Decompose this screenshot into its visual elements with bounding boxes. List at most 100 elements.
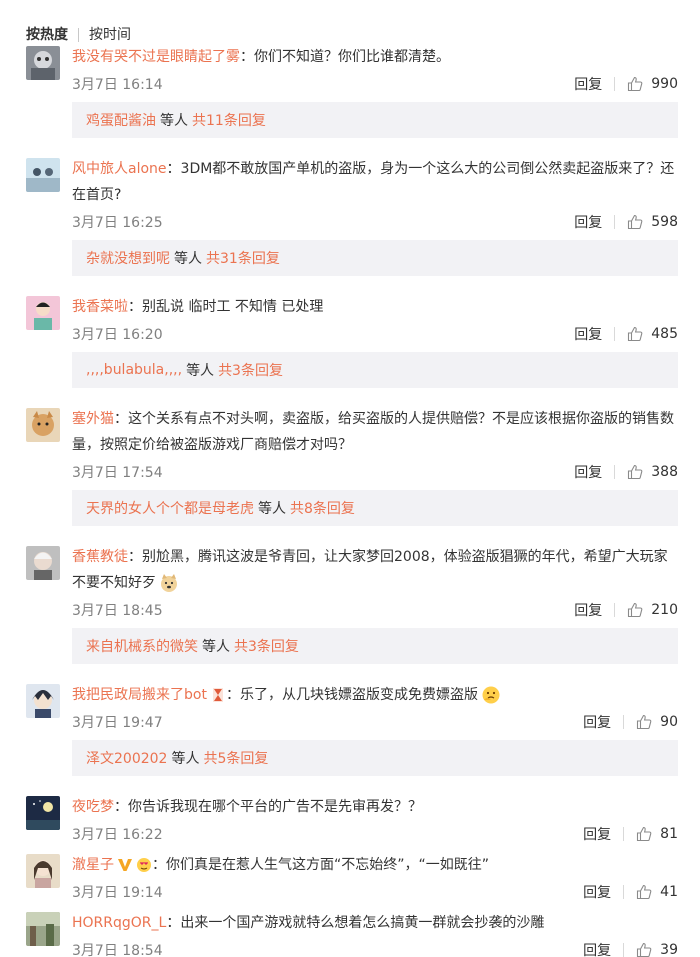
like-button[interactable]: 485: [627, 326, 678, 342]
avatar[interactable]: [26, 684, 60, 718]
avatar[interactable]: [26, 854, 60, 888]
sub-reply-summary[interactable]: 泽文200202 等人 共5条回复: [72, 740, 678, 776]
reply-button[interactable]: 回复: [574, 600, 602, 620]
thumbs-up-icon: [637, 942, 652, 957]
comment-body: 别乱说 临时工 不知情 已处理: [142, 299, 324, 315]
comment-meta: 3月7日 16:22 回复 81: [72, 822, 678, 846]
thumbs-up-icon: [628, 76, 643, 92]
sort-by-time-tab[interactable]: 按时间: [89, 25, 131, 45]
avatar[interactable]: [26, 46, 60, 80]
avatar[interactable]: [26, 296, 60, 330]
comment-username[interactable]: 我香菜啦: [72, 299, 128, 315]
comment-body: 你们不知道？你们比谁都清楚。: [254, 49, 450, 65]
comment-username[interactable]: 夜吃梦: [72, 799, 114, 815]
sub-reply-etc: 等人: [160, 113, 188, 129]
like-count: 598: [651, 214, 678, 230]
sub-reply-summary[interactable]: ,,,,bulabula,,,, 等人 共3条回复: [72, 352, 678, 388]
comment-body: 这个关系有点不对头啊，卖盗版，给买盗版的人提供赔偿？不是应该根据你盗版的销售数量…: [72, 411, 674, 453]
comment-item: 我没有哭不过是眼睛起了雾：你们不知道？你们比谁都清楚。 3月7日 16:14 回…: [0, 44, 700, 138]
comment-time: 3月7日 19:14: [72, 885, 163, 901]
comment-text: HORRqgOR_L：出来一个国产游戏就特么想着怎么搞黄一群就会抄袭的沙雕: [72, 915, 545, 931]
like-button[interactable]: 990: [627, 76, 678, 92]
sub-reply-user[interactable]: ,,,,bulabula,,,,: [86, 362, 182, 378]
reply-button[interactable]: 回复: [583, 882, 611, 902]
meta-divider: [614, 465, 616, 479]
heart-face-badge-icon: [137, 858, 151, 872]
comment-username[interactable]: 塞外猫: [72, 411, 114, 427]
comment-item: 香蕉教徒：别尬黑，腾讯这波是爷青回，让大家梦回2008，体验盗版猖獗的年代，希望…: [0, 544, 700, 664]
like-button[interactable]: 41: [636, 884, 678, 900]
sub-reply-etc: 等人: [258, 501, 286, 517]
hourglass-badge-icon: [212, 688, 223, 702]
sub-reply-count[interactable]: 共3条回复: [218, 360, 283, 380]
sub-reply-count[interactable]: 共3条回复: [234, 636, 299, 656]
comment-username[interactable]: 我把民政局搬来了bot: [72, 687, 207, 703]
reply-button[interactable]: 回复: [583, 824, 611, 844]
reply-button[interactable]: 回复: [574, 74, 602, 94]
comment-text: 澈星子 ：你们真是在惹人生气这方面“不忘始终”，“一如既往”: [72, 857, 490, 873]
comment-meta: 3月7日 19:14 回复 41: [72, 880, 678, 904]
avatar[interactable]: [26, 158, 60, 192]
like-button[interactable]: 388: [627, 464, 678, 480]
reply-button[interactable]: 回复: [574, 324, 602, 344]
meta-divider: [614, 603, 616, 617]
comment-text: 我香菜啦：别乱说 临时工 不知情 已处理: [72, 299, 324, 315]
avatar[interactable]: [26, 546, 60, 580]
comment-item: 我香菜啦：别乱说 临时工 不知情 已处理 3月7日 16:20 回复 485 ,…: [0, 294, 700, 388]
sort-by-hot-tab[interactable]: 按热度: [26, 25, 68, 45]
thumbs-up-icon: [628, 214, 643, 230]
comment-username[interactable]: 我没有哭不过是眼睛起了雾: [72, 49, 240, 65]
sub-reply-count[interactable]: 共11条回复: [192, 110, 266, 130]
sub-reply-count[interactable]: 共5条回复: [203, 748, 268, 768]
sub-reply-etc: 等人: [186, 363, 215, 379]
reply-button[interactable]: 回复: [583, 940, 611, 957]
avatar[interactable]: [26, 796, 60, 830]
sub-reply-summary[interactable]: 来自机械系的微笑 等人 共3条回复: [72, 628, 678, 664]
avatar[interactable]: [26, 912, 60, 946]
comment-username[interactable]: 香蕉教徒: [72, 549, 128, 565]
sub-reply-count[interactable]: 共31条回复: [206, 248, 280, 268]
comment-username[interactable]: 风中旅人alone: [72, 161, 167, 177]
comment-item: 塞外猫：这个关系有点不对头啊，卖盗版，给买盗版的人提供赔偿？不是应该根据你盗版的…: [0, 406, 700, 526]
meta-divider: [623, 885, 625, 899]
sub-reply-summary[interactable]: 天界的女人个个都是母老虎 等人 共8条回复: [72, 490, 678, 526]
verified-v-badge-icon: [118, 859, 132, 871]
meta-divider: [614, 327, 616, 341]
comment-meta: 3月7日 17:54 回复 388: [72, 460, 678, 484]
thinking-emoji-icon: [482, 686, 500, 704]
sub-reply-user[interactable]: 泽文200202: [86, 748, 167, 768]
like-button[interactable]: 90: [636, 714, 678, 730]
comment-time: 3月7日 16:22: [72, 827, 163, 843]
reply-button[interactable]: 回复: [574, 462, 602, 482]
like-button[interactable]: 210: [627, 602, 678, 618]
comment-username[interactable]: 澈星子: [72, 857, 114, 873]
sub-reply-summary[interactable]: 鸡蛋配酱油 等人 共11条回复: [72, 102, 678, 138]
comment-item: HORRqgOR_L：出来一个国产游戏就特么想着怎么搞黄一群就会抄袭的沙雕 3月…: [0, 910, 700, 957]
comment-meta: 3月7日 18:45 回复 210: [72, 598, 678, 622]
sub-reply-etc: 等人: [174, 251, 202, 267]
comment-body: 你告诉我现在哪个平台的广告不是先审再发？？: [128, 799, 422, 815]
sub-reply-user[interactable]: 天界的女人个个都是母老虎: [86, 498, 254, 518]
sub-reply-user[interactable]: 杂就没想到呢: [86, 248, 170, 268]
reply-button[interactable]: 回复: [574, 212, 602, 232]
thumbs-up-icon: [628, 602, 643, 618]
like-button[interactable]: 598: [627, 214, 678, 230]
sub-reply-user[interactable]: 鸡蛋配酱油: [86, 110, 156, 130]
comment-text: 风中旅人alone：3DM都不敢放国产单机的盗版，身为一个这么大的公司倒公然卖起…: [72, 161, 675, 203]
like-button[interactable]: 39: [636, 942, 678, 957]
comment-time: 3月7日 16:20: [72, 327, 163, 343]
sub-reply-user[interactable]: 来自机械系的微笑: [86, 636, 198, 656]
avatar[interactable]: [26, 408, 60, 442]
like-button[interactable]: 81: [636, 826, 678, 842]
reply-button[interactable]: 回复: [583, 712, 611, 732]
comment-item: 我把民政局搬来了bot ：乐了，从几块钱嫖盗版变成免费嫖盗版 3月7日 19:47…: [0, 682, 700, 776]
sub-reply-summary[interactable]: 杂就没想到呢 等人 共31条回复: [72, 240, 678, 276]
comment-text: 我没有哭不过是眼睛起了雾：你们不知道？你们比谁都清楚。: [72, 49, 450, 65]
comment-item: 澈星子 ：你们真是在惹人生气这方面“不忘始终”，“一如既往” 3月7日 19:14…: [0, 852, 700, 904]
comment-username[interactable]: HORRqgOR_L: [72, 915, 166, 931]
sub-reply-count[interactable]: 共8条回复: [290, 498, 355, 518]
like-count: 41: [660, 884, 678, 900]
like-count: 210: [651, 602, 678, 618]
comment-text: 我把民政局搬来了bot ：乐了，从几块钱嫖盗版变成免费嫖盗版: [72, 682, 678, 708]
meta-divider: [614, 215, 616, 229]
